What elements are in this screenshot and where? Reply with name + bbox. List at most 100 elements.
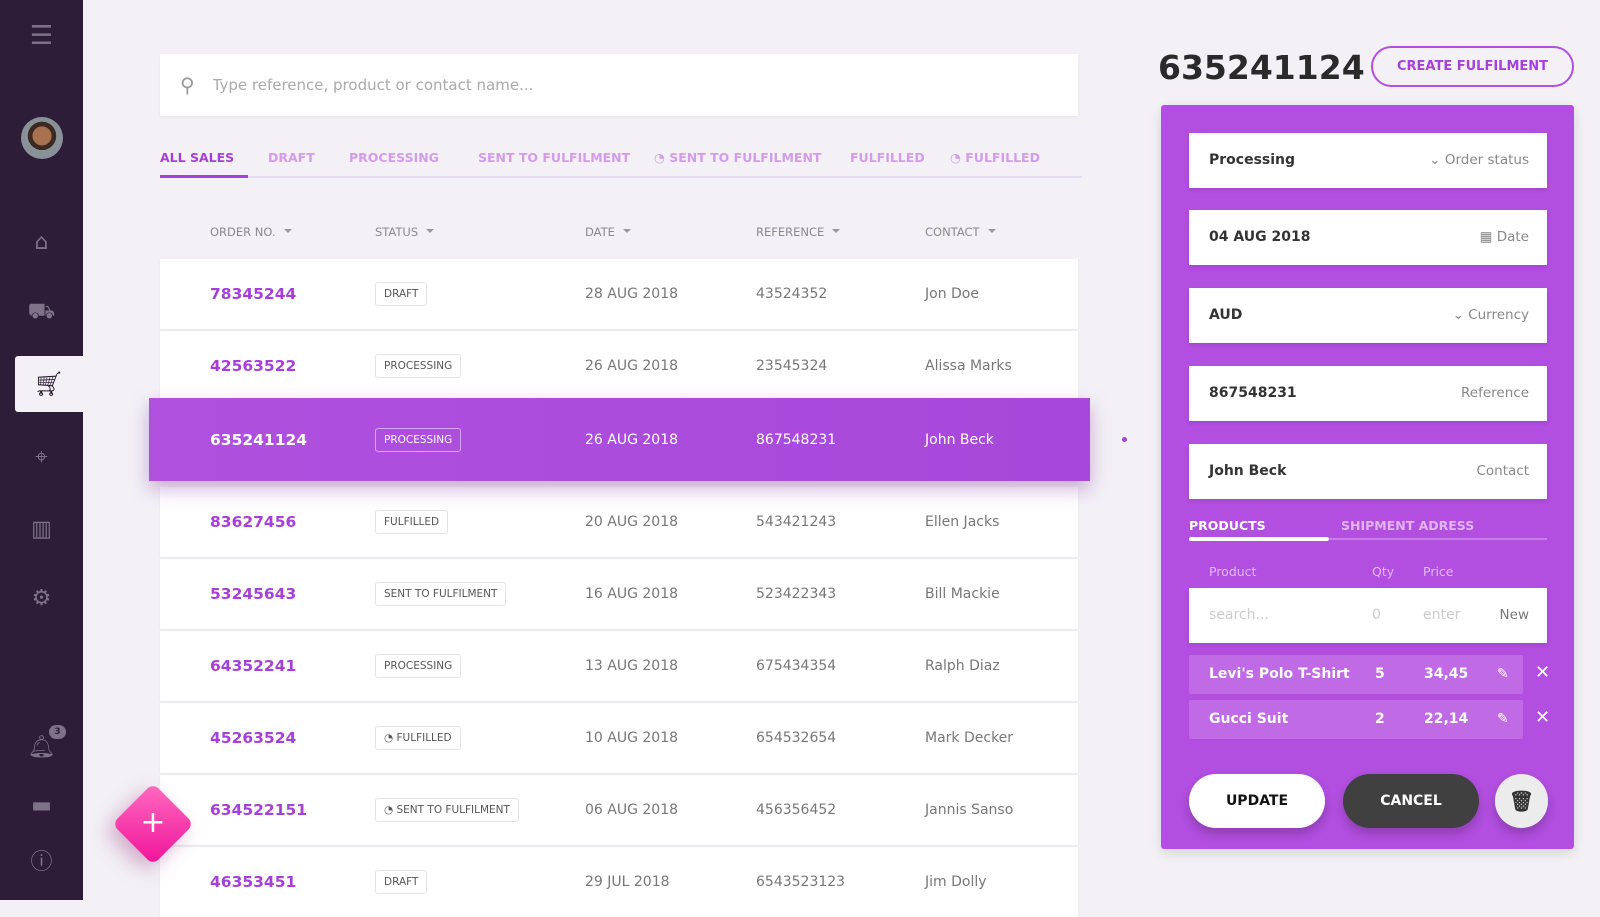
table-row[interactable]: 83627456 FULFILLED 20 AUG 2018 543421243… <box>160 487 1078 557</box>
order-number[interactable]: 46353451 <box>210 873 296 891</box>
tab-pending-sent-to-fulfilment[interactable]: ◔ SENT TO FULFILMENT <box>654 150 821 165</box>
order-contact: Jon Doe <box>925 286 979 302</box>
order-reference: 456356452 <box>756 802 837 818</box>
chat-icon[interactable]: ▬ <box>0 785 83 825</box>
remove-product-button[interactable]: ✕ <box>1535 662 1550 683</box>
qty-input[interactable]: 0 <box>1372 607 1381 623</box>
status-text: DRAFT <box>384 288 419 300</box>
status-badge: ◔ SENT TO FULFILMENT <box>375 798 519 822</box>
price-input[interactable]: enter <box>1423 607 1460 623</box>
field-label: Reference <box>1461 385 1529 401</box>
tab-all-sales[interactable]: ALL SALES <box>160 150 234 165</box>
order-contact: Bill Mackie <box>925 586 1000 602</box>
edit-icon[interactable]: ✎ <box>1497 666 1509 682</box>
status-badge: PROCESSING <box>375 427 462 452</box>
table-row[interactable]: 42563522 PROCESSING 26 AUG 2018 23545324… <box>160 331 1078 401</box>
status-badge: DRAFT <box>375 282 428 306</box>
remove-product-button[interactable]: ✕ <box>1535 707 1550 728</box>
tab-draft[interactable]: DRAFT <box>268 150 315 165</box>
status-badge: ◔ FULFILLED <box>375 726 461 750</box>
order-reference: 23545324 <box>756 358 828 374</box>
tab-label: SENT TO FULFILMENT <box>669 150 822 165</box>
sidebar: ☰ ⌂ ⛟ 🛒︎ ⌖ ▥ ⚙ 🔔︎ 3 ▬ ⓘ <box>0 0 83 900</box>
order-number[interactable]: 634522151 <box>210 801 307 819</box>
order-reference: 6543523123 <box>756 874 846 890</box>
field-value: John Beck <box>1209 463 1287 479</box>
product-price: 22,14 <box>1424 711 1469 727</box>
search-input[interactable] <box>212 76 1013 94</box>
reference-field[interactable]: 867548231 Reference <box>1189 366 1547 421</box>
order-date: 26 AUG 2018 <box>585 358 679 374</box>
create-fulfilment-button[interactable]: CREATE FULFILMENT <box>1371 46 1574 87</box>
home-icon[interactable]: ⌂ <box>0 222 83 262</box>
product-qty: 2 <box>1375 711 1385 727</box>
cancel-button[interactable]: CANCEL <box>1343 774 1479 828</box>
order-number[interactable]: 78345244 <box>210 285 296 303</box>
price-header: Price <box>1423 564 1454 579</box>
table-row[interactable]: 53245643 SENT TO FULFILMENT 16 AUG 2018 … <box>160 559 1078 629</box>
field-label: ▦ Date <box>1480 229 1529 245</box>
tab-shipment-address[interactable]: SHIPMENT ADRESS <box>1341 518 1474 533</box>
add-order-button[interactable]: + <box>111 782 195 866</box>
order-number[interactable]: 64352241 <box>210 657 296 675</box>
avatar[interactable] <box>21 117 63 159</box>
product-search-input[interactable]: search... <box>1209 607 1269 623</box>
new-product-button[interactable]: New <box>1500 607 1529 623</box>
order-number[interactable]: 53245643 <box>210 585 296 603</box>
order-number[interactable]: 42563522 <box>210 357 296 375</box>
date-field[interactable]: 04 AUG 2018 ▦ Date <box>1189 210 1547 265</box>
cart-icon[interactable]: 🛒︎ <box>15 356 83 412</box>
header-contact[interactable]: CONTACT <box>925 225 996 239</box>
order-reference: 523422343 <box>756 586 837 602</box>
tab-processing[interactable]: PROCESSING <box>349 150 439 165</box>
status-text: PROCESSING <box>384 433 453 446</box>
header-reference[interactable]: REFERENCE <box>756 225 840 239</box>
order-date: 28 AUG 2018 <box>585 286 679 302</box>
contact-field[interactable]: John Beck Contact <box>1189 444 1547 499</box>
table-row[interactable]: 46353451 DRAFT 29 JUL 2018 6543523123 Ji… <box>160 847 1078 917</box>
label-text: Order status <box>1444 152 1529 168</box>
tab-sent-to-fulfilment[interactable]: SENT TO FULFILMENT <box>478 150 630 165</box>
order-contact: Jim Dolly <box>925 874 987 890</box>
header-order-no[interactable]: ORDER NO. <box>210 225 292 239</box>
bell-icon[interactable]: 🔔︎ <box>0 727 83 767</box>
currency-select[interactable]: AUD ⌄ Currency <box>1189 288 1547 343</box>
status-badge: FULFILLED <box>375 510 449 534</box>
order-contact: Jannis Sanso <box>925 802 1014 818</box>
edit-icon[interactable]: ✎ <box>1497 711 1509 727</box>
order-number[interactable]: 83627456 <box>210 513 296 531</box>
pending-icon: ◔ <box>384 804 397 816</box>
field-label: Contact <box>1476 463 1529 479</box>
header-date[interactable]: DATE <box>585 225 631 239</box>
active-tab-indicator <box>1189 537 1329 541</box>
table-row[interactable]: 64352241 PROCESSING 13 AUG 2018 67543435… <box>160 631 1078 701</box>
field-value: 867548231 <box>1209 385 1297 401</box>
order-status-select[interactable]: Processing ⌄ Order status <box>1189 133 1547 188</box>
tag-icon[interactable]: ⌖ <box>0 437 83 477</box>
status-text: PROCESSING <box>384 660 453 672</box>
order-date: 26 AUG 2018 <box>585 431 679 448</box>
order-number[interactable]: 635241124 <box>210 431 307 449</box>
table-row[interactable]: 45263524 ◔ FULFILLED 10 AUG 2018 6545326… <box>160 703 1078 773</box>
tab-fulfilled[interactable]: FULFILLED <box>850 150 925 165</box>
order-contact: Ralph Diaz <box>925 658 1000 674</box>
order-date: 10 AUG 2018 <box>585 730 679 746</box>
info-icon[interactable]: ⓘ <box>0 840 83 880</box>
menu-icon[interactable]: ☰ <box>0 16 83 56</box>
tab-label: FULFILLED <box>965 150 1040 165</box>
delete-button[interactable]: 🗑︎ <box>1495 774 1548 828</box>
order-number[interactable]: 45263524 <box>210 729 296 747</box>
table-row[interactable]: 635241124 PROCESSING 26 AUG 2018 8675482… <box>149 398 1090 481</box>
tab-pending-fulfilled[interactable]: ◔ FULFILLED <box>950 150 1040 165</box>
barcode-icon[interactable]: ▥ <box>0 509 83 549</box>
header-status[interactable]: STATUS <box>375 225 434 239</box>
tab-products[interactable]: PRODUCTS <box>1189 518 1266 533</box>
notification-badge: 3 <box>49 725 66 739</box>
table-row[interactable]: 634522151 ◔ SENT TO FULFILMENT 06 AUG 20… <box>160 775 1078 845</box>
order-contact: Mark Decker <box>925 730 1014 746</box>
gear-icon[interactable]: ⚙ <box>0 578 83 618</box>
table-row[interactable]: 78345244 DRAFT 28 AUG 2018 43524352 Jon … <box>160 259 1078 329</box>
trolley-icon[interactable]: ⛟ <box>0 293 83 333</box>
label-text: Currency <box>1468 307 1529 323</box>
update-button[interactable]: UPDATE <box>1189 774 1325 828</box>
